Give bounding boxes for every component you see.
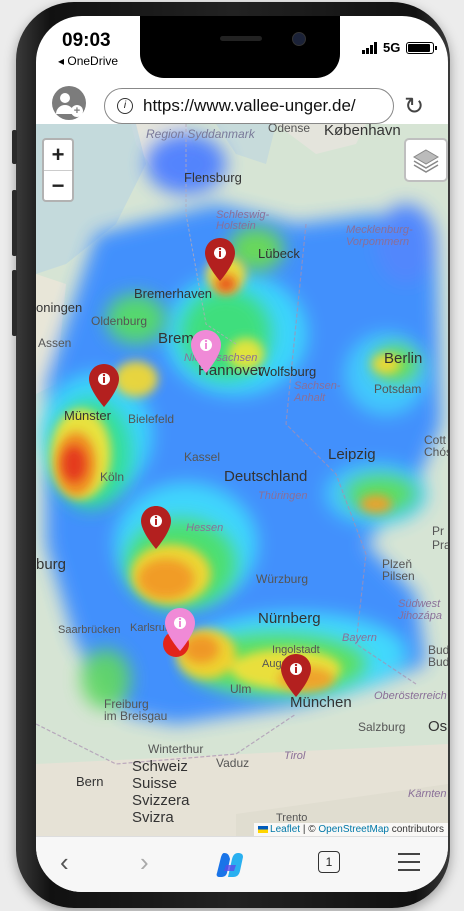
attribution-separator: | © bbox=[300, 824, 319, 835]
place-label: Cott Chós bbox=[424, 433, 448, 459]
url-bar[interactable]: i https://www.vallee-unger.de/ bbox=[104, 88, 394, 124]
copilot-icon[interactable] bbox=[216, 851, 246, 879]
osm-link[interactable]: OpenStreetMap bbox=[318, 824, 389, 835]
place-label: Kärnten bbox=[408, 788, 447, 800]
place-label: Leipzig bbox=[328, 446, 376, 463]
speaker bbox=[220, 36, 262, 41]
place-label: Tirol bbox=[284, 750, 306, 762]
place-label: Deutschland bbox=[224, 468, 308, 485]
map-marker-icon[interactable] bbox=[280, 654, 312, 698]
profile-icon[interactable]: + bbox=[52, 86, 86, 120]
place-label: Plzeň Pilsen bbox=[382, 557, 415, 583]
browser-toolbar: ‹ › 1 bbox=[36, 836, 448, 892]
side-button-volume-down bbox=[12, 270, 17, 336]
side-button-silent bbox=[12, 130, 17, 164]
status-time: 09:03 bbox=[62, 30, 111, 51]
map-marker-icon[interactable] bbox=[140, 506, 172, 550]
place-label: Schweiz Suisse Svizzera Svizra bbox=[132, 758, 190, 826]
map-marker-icon[interactable] bbox=[204, 238, 236, 282]
network-type: 5G bbox=[383, 40, 401, 55]
place-label: Potsdam bbox=[374, 382, 422, 396]
map-view[interactable]: Region Syddanmark Odense København Flens… bbox=[36, 124, 448, 836]
place-label: burg bbox=[36, 556, 67, 573]
status-indicators: 5G bbox=[362, 40, 438, 55]
place-label: København bbox=[324, 124, 401, 139]
place-label: Sachsen- Anhalt bbox=[294, 380, 341, 404]
place-label: Bern bbox=[76, 774, 104, 789]
side-button-volume-up bbox=[12, 190, 17, 256]
place-label: Würzburg bbox=[256, 572, 309, 586]
place-label: Bayern bbox=[342, 632, 377, 644]
ukraine-flag-icon bbox=[258, 825, 269, 833]
attribution-contributors: contributors bbox=[388, 824, 444, 835]
place-label: Region Syddanmark bbox=[146, 127, 255, 141]
back-icon[interactable]: ‹ bbox=[60, 847, 69, 878]
url-text: https://www.vallee-unger.de/ bbox=[143, 96, 356, 115]
battery-icon bbox=[406, 41, 438, 54]
place-label: Vaduz bbox=[216, 756, 250, 770]
place-label: Berlin bbox=[384, 350, 423, 367]
place-label: Mecklenburg- Vorpommern bbox=[346, 224, 413, 248]
place-label: Freiburg im Breisgau bbox=[104, 697, 168, 723]
zoom-control: + − bbox=[42, 138, 74, 202]
place-label: Salzburg bbox=[358, 720, 406, 734]
place-label: Münster bbox=[64, 408, 111, 423]
back-to-app-link[interactable]: ◂ OneDrive bbox=[58, 54, 118, 68]
place-label: oningen bbox=[36, 300, 83, 315]
tabs-icon[interactable]: 1 bbox=[318, 851, 340, 873]
map-marker-icon[interactable] bbox=[88, 364, 120, 408]
place-label: Odense bbox=[268, 124, 311, 135]
address-bar-row: + i https://www.vallee-unger.de/ ↻ bbox=[36, 74, 448, 124]
leaflet-link[interactable]: Leaflet bbox=[270, 824, 300, 835]
place-label: Oldenburg bbox=[91, 314, 148, 328]
place-label: Hessen bbox=[186, 522, 224, 534]
menu-icon[interactable] bbox=[398, 853, 420, 877]
place-label: Pr Pra bbox=[432, 524, 448, 552]
map-attribution: Leaflet | © OpenStreetMap contributors bbox=[254, 823, 448, 836]
layers-icon[interactable] bbox=[404, 138, 448, 182]
info-icon[interactable]: i bbox=[117, 98, 133, 114]
map-marker-icon[interactable] bbox=[190, 330, 222, 374]
place-label: Saarbrücken bbox=[58, 624, 121, 636]
zoom-in-button[interactable]: + bbox=[44, 140, 72, 171]
place-label: Kassel bbox=[184, 450, 221, 464]
place-label: Lübeck bbox=[258, 246, 300, 261]
place-label: Os bbox=[428, 718, 448, 735]
place-label: Oberösterreich bbox=[374, 690, 447, 702]
map-marker-icon[interactable] bbox=[164, 608, 196, 652]
place-label: Winterthur bbox=[148, 742, 204, 756]
place-label: Ulm bbox=[230, 682, 252, 696]
place-label: Köln bbox=[100, 470, 125, 484]
place-label: Bude Bud bbox=[428, 643, 448, 669]
reload-icon[interactable]: ↻ bbox=[404, 92, 424, 121]
place-label: Bremerhaven bbox=[134, 286, 213, 301]
notch bbox=[140, 16, 340, 78]
zoom-out-button[interactable]: − bbox=[44, 171, 72, 201]
place-label: Bielefeld bbox=[128, 412, 175, 426]
front-camera bbox=[292, 32, 306, 46]
phone-screen: 09:03 ◂ OneDrive 5G + i https://www.vall… bbox=[36, 16, 448, 892]
place-label: Flensburg bbox=[184, 170, 242, 185]
place-label: Südwest Jihozápa bbox=[398, 598, 443, 622]
place-label: Nürnberg bbox=[258, 610, 321, 627]
place-label: Thüringen bbox=[258, 490, 308, 502]
forward-icon[interactable]: › bbox=[140, 847, 149, 878]
place-label: Wolfsburg bbox=[258, 364, 317, 379]
place-label: Schleswig- Holstein bbox=[216, 209, 270, 232]
place-label: Assen bbox=[38, 336, 72, 350]
signal-icon bbox=[362, 41, 377, 54]
